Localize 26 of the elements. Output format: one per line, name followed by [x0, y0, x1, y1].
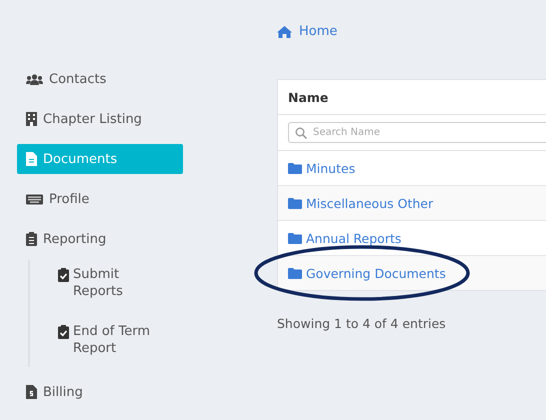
- sidebar-item[interactable]: Profile: [17, 184, 183, 214]
- folder-icon: [288, 162, 302, 174]
- building-icon: [26, 112, 37, 126]
- sidebar-item[interactable]: Billing: [17, 377, 183, 407]
- folder-link[interactable]: Annual Reports: [288, 230, 402, 246]
- folder-icon: [288, 268, 302, 278]
- home-icon: [277, 26, 292, 38]
- folder-link[interactable]: Minutes: [288, 160, 356, 176]
- clipboard-check-icon: [58, 268, 69, 282]
- keyboard-icon: [26, 194, 43, 204]
- clipboard-icon: [26, 232, 37, 246]
- table-info: Showing 1 to 4 of 4 entries: [277, 316, 447, 331]
- clipboard-check-icon: [58, 325, 69, 339]
- document-icon: [26, 152, 37, 166]
- sidebar-item[interactable]: Contacts: [17, 64, 183, 94]
- folder-icon: [288, 198, 302, 208]
- home-link[interactable]: Home: [277, 24, 338, 39]
- sidebar-subitem[interactable]: End of Term Report: [58, 323, 158, 357]
- invoice-icon: [26, 385, 37, 399]
- sidebar-item[interactable]: Reporting: [17, 224, 183, 254]
- sidebar-item[interactable]: Chapter Listing: [17, 104, 183, 134]
- search-field[interactable]: Search Name: [288, 122, 546, 143]
- sidebar-subitem[interactable]: Submit Reports: [58, 266, 158, 300]
- folder-icon: [288, 232, 302, 244]
- users-icon: [26, 74, 43, 84]
- column-header[interactable]: Name: [278, 80, 546, 115]
